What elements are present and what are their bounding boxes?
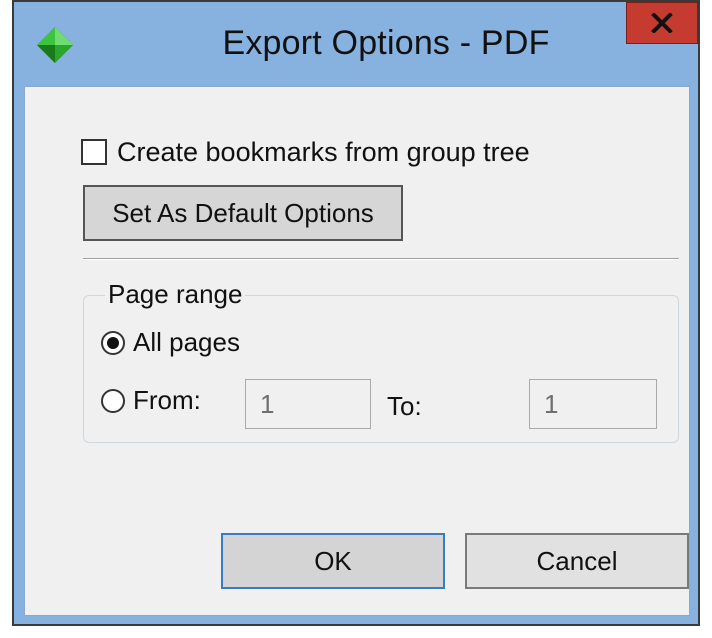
set-default-options-button[interactable]: Set As Default Options	[83, 185, 403, 241]
page-range-legend: Page range	[105, 279, 246, 310]
cancel-button[interactable]: Cancel	[465, 533, 689, 589]
from-option[interactable]: From:	[101, 385, 201, 416]
close-icon	[651, 13, 673, 33]
dialog-window: Export Options - PDF Create bookmarks fr…	[12, 0, 700, 626]
to-label: To:	[387, 391, 422, 421]
from-radio[interactable]	[101, 388, 125, 413]
bookmarks-option[interactable]: Create bookmarks from group tree	[81, 135, 530, 169]
dialog-content: Create bookmarks from group tree Set As …	[24, 86, 690, 616]
from-page-field[interactable]: 1	[245, 379, 371, 429]
divider	[83, 258, 679, 260]
all-pages-radio[interactable]	[101, 330, 125, 355]
ok-button[interactable]: OK	[221, 533, 445, 589]
radio-selected-dot	[107, 336, 119, 349]
close-button[interactable]	[626, 2, 698, 44]
all-pages-option[interactable]: All pages	[101, 327, 240, 358]
green-diamond-icon	[36, 26, 74, 64]
window-title: Export Options - PDF	[222, 24, 550, 62]
to-page-field[interactable]: 1	[529, 379, 657, 429]
title-bar[interactable]: Export Options - PDF	[14, 2, 698, 86]
from-label: From:	[133, 385, 201, 415]
bookmarks-checkbox[interactable]	[81, 139, 107, 165]
bookmarks-label: Create bookmarks from group tree	[117, 136, 530, 167]
all-pages-label: All pages	[133, 327, 240, 357]
